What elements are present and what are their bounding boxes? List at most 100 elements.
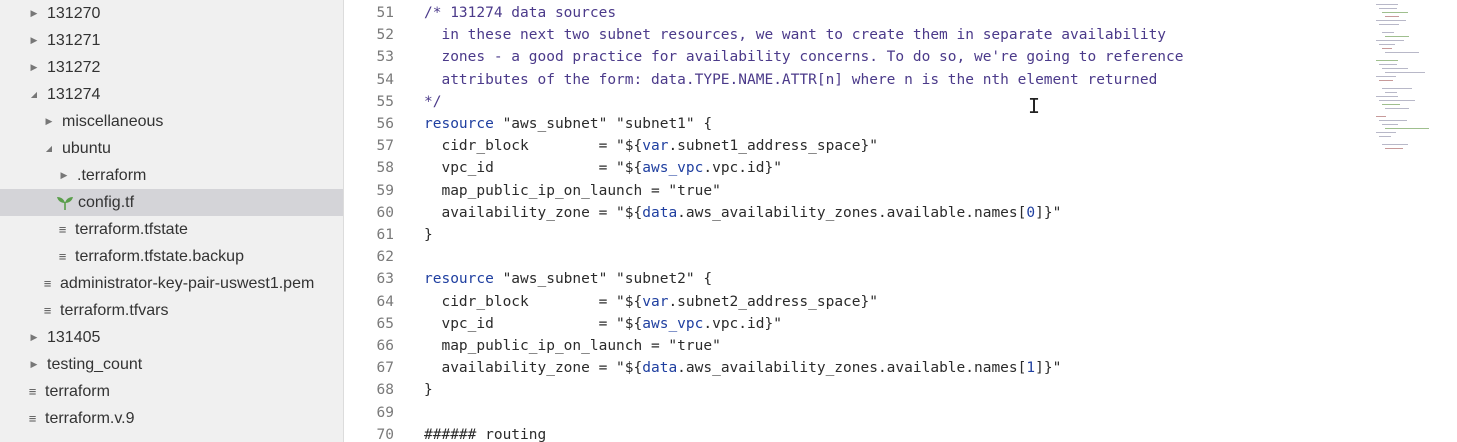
minimap[interactable] <box>1372 0 1457 160</box>
tree-folder-item[interactable]: ▶ 131270 <box>0 0 343 27</box>
code-text[interactable]: */ <box>424 91 441 113</box>
minimap-line <box>1385 128 1429 129</box>
tree-folder-item[interactable]: ▶ testing_count <box>0 351 343 378</box>
tree-folder-item[interactable]: ◢ ubuntu <box>0 135 343 162</box>
disclosure-collapsed-icon[interactable]: ▶ <box>27 359 41 370</box>
line-number: 63 <box>376 271 394 287</box>
minimap-line <box>1382 88 1412 89</box>
code-text[interactable]: vpc_id = "${aws_vpc.vpc.id}" <box>424 157 781 179</box>
tree-folder-item[interactable]: ▶ 131272 <box>0 54 343 81</box>
code-text[interactable]: availability_zone = "${data.aws_availabi… <box>424 202 1061 224</box>
minimap-line <box>1376 4 1398 5</box>
tree-item-label: config.tf <box>78 193 135 211</box>
code-text[interactable]: cidr_block = "${var.subnet1_address_spac… <box>424 135 878 157</box>
tree-folder-item[interactable]: ▶ miscellaneous <box>0 108 343 135</box>
code-text[interactable]: } <box>424 379 433 401</box>
code-line[interactable]: 67 availability_zone = "${data.aws_avail… <box>344 357 1062 379</box>
tree-item-label: terraform.tfvars <box>60 301 169 319</box>
editor-window: ▶ 131270 ▶ 131271 ▶ 131272 ◢ 131274 ▶ miscellaneo… <box>0 0 1457 442</box>
tree-item-label: terraform.v.9 <box>45 409 135 427</box>
code-text[interactable]: map_public_ip_on_launch = "true" <box>424 335 720 357</box>
disclosure-collapsed-icon[interactable]: ▶ <box>57 170 71 181</box>
code-text[interactable]: attributes of the form: data.TYPE.NAME.A… <box>424 69 1157 91</box>
tree-file-item[interactable]: config.tf <box>0 189 343 216</box>
line-number: 65 <box>376 316 394 332</box>
tree-file-item[interactable]: ≡ terraform.v.9 <box>0 405 343 432</box>
tree-file-item[interactable]: ≡ terraform <box>0 378 343 405</box>
disclosure-expanded-icon[interactable]: ◢ <box>27 90 41 99</box>
minimap-line <box>1379 100 1415 101</box>
tree-file-item[interactable]: ≡ terraform.tfstate.backup <box>0 243 343 270</box>
tree-folder-item[interactable]: ◢ 131274 <box>0 81 343 108</box>
minimap-line <box>1376 116 1386 117</box>
disclosure-expanded-icon[interactable]: ◢ <box>42 144 56 153</box>
tree-item-label: ubuntu <box>62 139 111 157</box>
code-editor[interactable]: I 51/* 131274 data sources 52 in these ne… <box>344 0 1457 442</box>
code-line[interactable]: 61} <box>344 224 433 246</box>
minimap-line <box>1385 52 1419 53</box>
code-text[interactable]: zones - a good practice for availability… <box>424 46 1183 68</box>
code-text[interactable]: } <box>424 224 433 246</box>
disclosure-collapsed-icon[interactable]: ▶ <box>27 62 41 73</box>
code-line[interactable]: 64 cidr_block = "${var.subnet2_address_s… <box>344 291 878 313</box>
code-text[interactable]: ###### routing <box>424 424 546 442</box>
tree-folder-item[interactable]: ▶ 131405 <box>0 324 343 351</box>
minimap-line <box>1385 72 1425 73</box>
code-text[interactable]: in these next two subnet resources, we w… <box>424 24 1166 46</box>
code-line[interactable]: 52 in these next two subnet resources, w… <box>344 24 1167 46</box>
minimap-line <box>1382 104 1400 105</box>
tree-folder-item[interactable]: ▶ .terraform <box>0 162 343 189</box>
tree-file-item[interactable]: ≡ administrator-key-pair-uswest1.pem <box>0 270 343 297</box>
tree-file-item[interactable]: ≡ terraform.tfvars <box>0 297 343 324</box>
line-number: 51 <box>376 5 394 21</box>
code-line[interactable]: 68} <box>344 379 433 401</box>
tree-item-label: terraform <box>45 382 110 400</box>
line-number: 60 <box>376 205 394 221</box>
line-number: 70 <box>376 427 394 442</box>
code-line[interactable]: 62 <box>344 246 424 268</box>
code-line[interactable]: 66 map_public_ip_on_launch = "true" <box>344 335 721 357</box>
text-file-icon: ≡ <box>43 276 52 291</box>
code-line[interactable]: 51 /* 131274 data sources <box>344 2 617 24</box>
code-text[interactable]: availability_zone = "${data.aws_availabi… <box>424 357 1061 379</box>
minimap-line <box>1379 8 1397 9</box>
disclosure-collapsed-icon[interactable]: ▶ <box>27 35 41 46</box>
disclosure-collapsed-icon[interactable]: ▶ <box>27 8 41 19</box>
minimap-line <box>1385 148 1403 149</box>
code-line[interactable]: 58 vpc_id = "${aws_vpc.vpc.id}" <box>344 157 782 179</box>
line-number: 58 <box>376 160 394 176</box>
tree-file-item[interactable]: ≡ terraform.tfstate <box>0 216 343 243</box>
code-line[interactable]: 53 zones - a good practice for availabil… <box>344 46 1184 68</box>
tree-item-label: 131271 <box>47 31 101 49</box>
text-file-icon: ≡ <box>58 222 67 237</box>
file-tree-sidebar: ▶ 131270 ▶ 131271 ▶ 131272 ◢ 131274 ▶ miscellaneo… <box>0 0 344 442</box>
text-file-icon: ≡ <box>58 249 67 264</box>
minimap-line <box>1382 124 1398 125</box>
terraform-file-icon <box>57 196 73 210</box>
line-number: 56 <box>376 116 394 132</box>
code-text[interactable]: map_public_ip_on_launch = "true" <box>424 180 720 202</box>
code-line[interactable]: 69 <box>344 402 424 424</box>
code-text[interactable]: /* 131274 data sources <box>424 2 616 24</box>
code-text[interactable]: resource "aws_subnet" "subnet1" { <box>424 113 712 135</box>
code-line[interactable]: 54 attributes of the form: data.TYPE.NAM… <box>344 69 1158 91</box>
minimap-line <box>1382 48 1392 49</box>
disclosure-collapsed-icon[interactable]: ▶ <box>27 332 41 343</box>
code-line[interactable]: 56 resource "aws_subnet" "subnet1" { <box>344 113 713 135</box>
code-line[interactable]: 57 cidr_block = "${var.subnet1_address_s… <box>344 135 878 157</box>
code-text[interactable]: resource "aws_subnet" "subnet2" { <box>424 268 712 290</box>
code-line[interactable]: 70 ###### routing <box>344 424 547 442</box>
code-line[interactable]: 59 map_public_ip_on_launch = "true" <box>344 180 721 202</box>
code-text[interactable]: vpc_id = "${aws_vpc.vpc.id}" <box>424 313 781 335</box>
code-line[interactable]: 60 availability_zone = "${data.aws_avail… <box>344 202 1062 224</box>
disclosure-collapsed-icon[interactable]: ▶ <box>42 116 56 127</box>
minimap-line <box>1376 40 1404 41</box>
code-text[interactable]: cidr_block = "${var.subnet2_address_spac… <box>424 291 878 313</box>
tree-item-label: 131405 <box>47 328 101 346</box>
code-line[interactable]: 55 */ <box>344 91 442 113</box>
tree-folder-item[interactable]: ▶ 131271 <box>0 27 343 54</box>
code-line[interactable]: 65 vpc_id = "${aws_vpc.vpc.id}" <box>344 313 782 335</box>
text-file-icon: ≡ <box>43 303 52 318</box>
code-line[interactable]: 63 resource "aws_subnet" "subnet2" { <box>344 268 713 290</box>
tree-item-label: miscellaneous <box>62 112 164 130</box>
